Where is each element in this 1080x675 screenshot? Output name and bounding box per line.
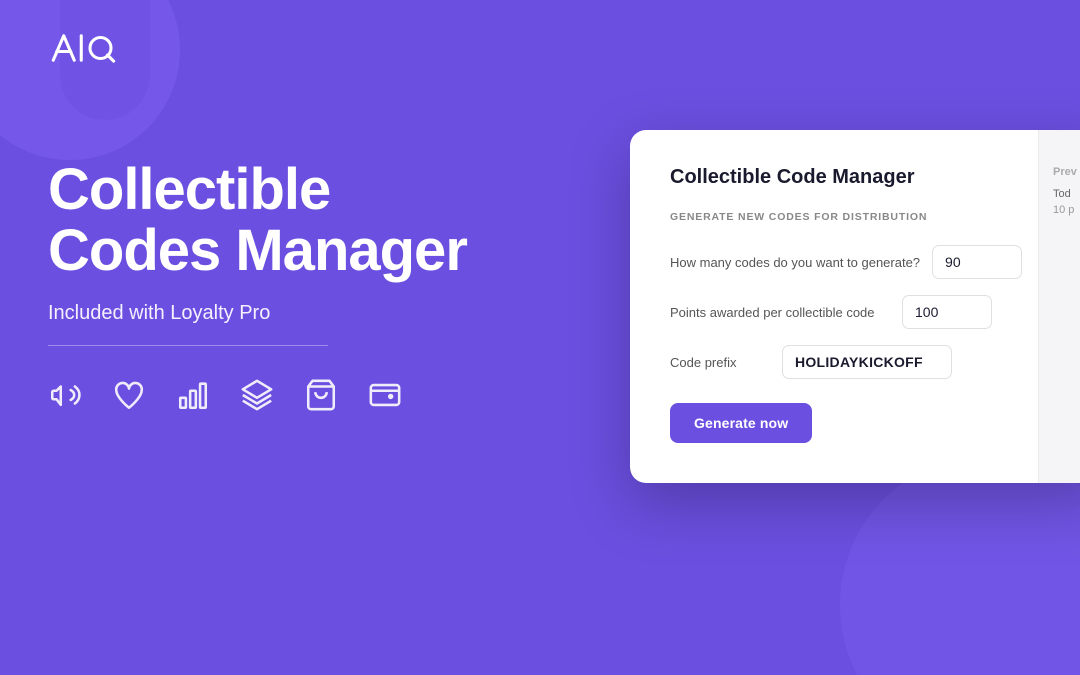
- codes-count-row: How many codes do you want to generate?: [670, 245, 1070, 279]
- card-title: Collectible Code Manager: [670, 166, 1070, 189]
- prefix-label: Code prefix: [670, 355, 770, 370]
- cart-icon: [304, 378, 338, 417]
- codes-count-label: How many codes do you want to generate?: [670, 255, 920, 270]
- divider: [48, 345, 328, 347]
- preview-detail: 10 p: [1053, 204, 1080, 216]
- points-label: Points awarded per collectible code: [670, 305, 890, 320]
- wallet-icon: [368, 378, 402, 417]
- section-label: GENERATE NEW CODES FOR DISTRIBUTION: [670, 211, 1070, 223]
- generate-now-button[interactable]: Generate now: [670, 403, 812, 443]
- deco-circle-top: [0, 0, 180, 160]
- icons-row: [48, 378, 467, 417]
- layers-icon: [240, 378, 274, 417]
- main-background: Collectible Codes Manager Included with …: [0, 0, 1080, 675]
- chart-icon: [176, 378, 210, 417]
- points-row: Points awarded per collectible code: [670, 295, 1070, 329]
- megaphone-icon: [48, 378, 82, 417]
- points-input[interactable]: [902, 295, 992, 329]
- preview-label: Prev: [1053, 166, 1080, 178]
- code-manager-card: Collectible Code Manager GENERATE NEW CO…: [630, 130, 1080, 483]
- prefix-row: Code prefix: [670, 345, 1070, 379]
- deco-circle-bottom: [840, 455, 1080, 675]
- preview-today: Tod: [1053, 188, 1080, 200]
- left-content: Collectible Codes Manager Included with …: [48, 160, 467, 417]
- subtitle: Included with Loyalty Pro: [48, 302, 467, 325]
- heart-icon: [112, 378, 146, 417]
- prefix-input[interactable]: [782, 345, 952, 379]
- codes-count-input[interactable]: [932, 245, 1022, 279]
- main-title: Collectible Codes Manager: [48, 160, 467, 282]
- logo-area: [48, 28, 118, 73]
